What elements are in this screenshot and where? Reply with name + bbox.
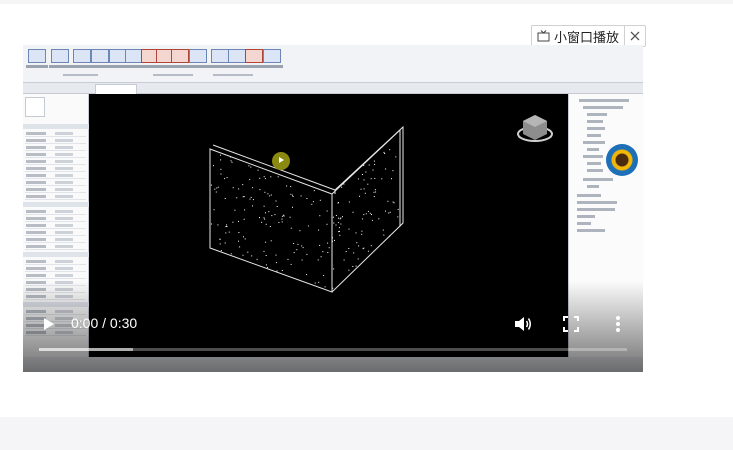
- seek-bar[interactable]: [39, 348, 627, 351]
- play-button[interactable]: [42, 317, 56, 331]
- video-player[interactable]: 0:00 / 0:30: [23, 45, 643, 372]
- viewcube-icon: [517, 115, 553, 142]
- volume-button[interactable]: [514, 316, 532, 332]
- fullscreen-icon: [563, 316, 579, 332]
- pip-button[interactable]: 小窗口播放: [532, 26, 626, 46]
- sunflower-thumbnail: [606, 144, 638, 176]
- more-options-button[interactable]: [613, 315, 623, 333]
- pip-close-button[interactable]: [625, 26, 645, 46]
- pip-label: 小窗口播放: [554, 29, 620, 45]
- seek-buffered: [39, 348, 134, 351]
- volume-icon: [515, 317, 531, 331]
- top-strip: [0, 0, 733, 4]
- page-footer-band: [0, 417, 733, 450]
- video-ribbon: [23, 45, 643, 83]
- close-icon: [630, 31, 640, 41]
- fullscreen-button[interactable]: [563, 316, 579, 332]
- time-display: 0:00 / 0:30: [71, 315, 138, 331]
- tv-icon: [537, 30, 550, 42]
- pip-control: 小窗口播放: [531, 25, 647, 47]
- cursor-highlight: [272, 152, 290, 170]
- video-tabbar: [23, 83, 643, 94]
